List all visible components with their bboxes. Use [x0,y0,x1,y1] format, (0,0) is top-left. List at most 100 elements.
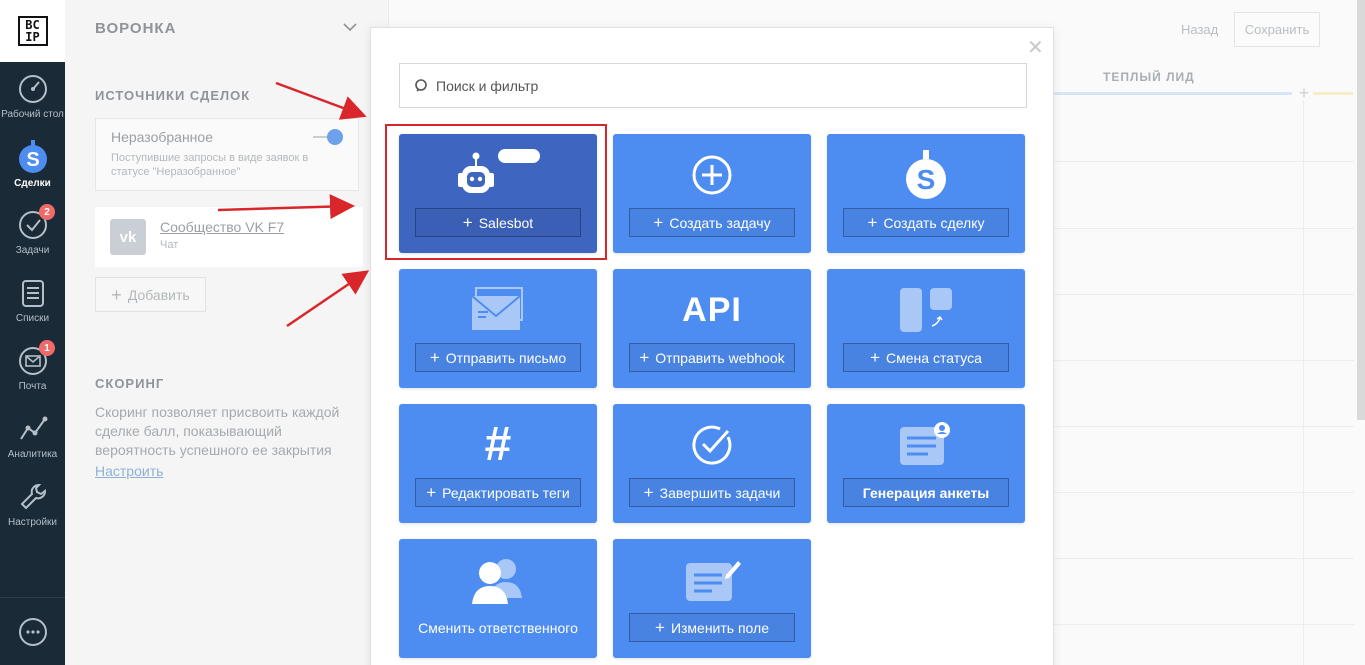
tile-change-responsible[interactable]: Сменить ответственного [399,539,597,658]
salesbot-highlight-frame [385,124,607,260]
add-column-icon[interactable]: + [1295,84,1313,102]
tile-send-webhook[interactable]: API + Отправить webhook [613,269,811,388]
change-status-button[interactable]: + Смена статуса [843,343,1009,372]
tile-change-field[interactable]: + Изменить поле [613,539,811,658]
search-field[interactable] [399,63,1027,108]
logo-mark: BC IP [17,16,48,46]
users-icon [399,549,597,611]
scoring-description: Скоринг позволяет присвоить каждой сделк… [95,404,340,458]
tile-label: Изменить поле [670,619,769,636]
tile-create-task[interactable]: + Создать задачу [613,134,811,253]
save-button[interactable]: Сохранить [1234,12,1320,47]
pipeline-title[interactable]: ВОРОНКА [95,20,176,37]
generate-form-button[interactable]: Генерация анкеты [843,478,1009,507]
create-task-button[interactable]: + Создать задачу [629,208,795,237]
list-icon [21,279,44,307]
add-action-modal: ✕ +Salesbot +Создать задачу [370,27,1054,665]
tile-label: Завершить задачи [659,484,781,501]
tile-label: Сменить ответственного [418,619,578,636]
tile-send-email[interactable]: + Отправить письмо [399,269,597,388]
api-icon: API [613,279,811,341]
add-source-button[interactable]: + Добавить [95,277,206,312]
plus-circle-icon [613,144,811,206]
back-button[interactable]: Назад [1181,22,1218,37]
form-icon [827,414,1025,476]
unsorted-toggle[interactable] [313,129,343,145]
dollar-icon: S [18,139,47,173]
nav-label: Сделки [14,177,51,189]
vk-icon: vk [110,219,146,255]
close-icon[interactable]: ✕ [1027,38,1044,58]
grid-line [1054,426,1354,427]
nav-label: Задачи [15,244,50,256]
nav-item-lists[interactable]: Списки [0,266,65,334]
nav-item-dashboard[interactable]: Рабочий стол [0,62,65,130]
pipeline-settings-panel: ВОРОНКА ИСТОЧНИКИ СДЕЛОК Неразобранное П… [65,0,388,665]
plus-icon: + [111,284,122,305]
tasks-badge: 2 [39,204,55,220]
logo-text-bottom: IP [25,30,40,44]
send-email-button[interactable]: + Отправить письмо [415,343,581,372]
chat-icon [18,617,47,646]
dollar-icon: S [827,144,1025,206]
create-deal-button[interactable]: + Создать сделку [843,208,1009,237]
nav-label: Списки [15,312,50,324]
chat-button[interactable] [0,597,65,665]
main-navigation: BC IP Рабочий стол S Сделки 2 Задачи Спи… [0,0,65,665]
unsorted-description: Поступившие запросы в виде заявок в стат… [111,152,309,178]
next-column-color-bar [1313,92,1353,95]
nav-label: Рабочий стол [1,108,64,120]
nav-label: Почта [18,380,47,392]
status-change-icon [827,279,1025,341]
nav-item-mail[interactable]: 1 Почта [0,334,65,402]
vk-source-type: Чат [160,239,179,251]
nav-item-analytics[interactable]: Аналитика [0,402,65,470]
wrench-icon [20,483,46,509]
check-circle-icon [613,414,811,476]
tile-label: Генерация анкеты [862,484,990,501]
svg-text:S: S [917,164,936,195]
grid-line [1054,228,1354,229]
tile-edit-tags[interactable]: # + Редактировать теги [399,404,597,523]
svg-text:S: S [26,149,39,171]
tile-complete-tasks[interactable]: + Завершить задачи [613,404,811,523]
tile-label: Смена статуса [886,349,982,366]
tile-label: Создать задачу [669,214,771,231]
speedometer-icon [18,74,47,103]
vk-source-card[interactable]: vk Сообщество VK F7 Чат [95,207,363,267]
page-scrollbar[interactable] [1357,0,1365,420]
unsorted-source-card: Неразобранное Поступившие запросы в виде… [95,118,359,191]
hashtag-icon: # [484,418,512,471]
send-webhook-button[interactable]: + Отправить webhook [629,343,795,372]
nav-item-settings[interactable]: Настройки [0,470,65,538]
column-title: ТЕПЛЫЙ ЛИД [1103,70,1195,84]
edit-field-icon [613,549,811,611]
nav-label: Аналитика [7,448,58,460]
nav-label: Настройки [7,516,58,528]
envelope-icon [399,279,597,341]
grid-line [1054,294,1354,295]
logo[interactable]: BC IP [0,0,65,62]
vk-source-name[interactable]: Сообщество VK F7 [160,219,284,235]
grid-line [1054,161,1354,162]
tile-create-deal[interactable]: S + Создать сделку [827,134,1025,253]
complete-tasks-button[interactable]: + Завершить задачи [629,478,795,507]
grid-line [1054,558,1354,559]
grid-line [1054,360,1354,361]
change-field-button[interactable]: + Изменить поле [629,613,795,642]
change-responsible-button[interactable]: Сменить ответственного [401,613,595,642]
add-source-label: Добавить [127,286,190,303]
search-input[interactable] [436,77,996,94]
scoring-configure-link[interactable]: Настроить [95,463,163,479]
chevron-down-icon[interactable] [343,20,357,34]
tile-generate-form[interactable]: Генерация анкеты [827,404,1025,523]
tile-change-status[interactable]: + Смена статуса [827,269,1025,388]
nav-item-deals[interactable]: S Сделки [0,130,65,198]
nav-item-tasks[interactable]: 2 Задачи [0,198,65,266]
edit-tags-button[interactable]: + Редактировать теги [415,478,581,507]
search-icon [415,78,427,92]
unsorted-title: Неразобранное [111,129,213,145]
tile-label: Редактировать теги [442,484,570,501]
tile-label: Создать сделку [883,214,985,231]
grid-line [1054,624,1354,625]
